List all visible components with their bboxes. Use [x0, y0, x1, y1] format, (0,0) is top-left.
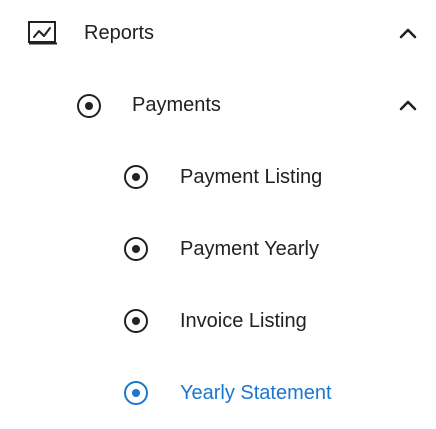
- nav-item-label: Payment Listing: [180, 166, 323, 188]
- nav-item-payments[interactable]: Payments: [0, 69, 436, 141]
- radio-dot-icon: [124, 381, 148, 405]
- nav-item-yearly-statement[interactable]: Yearly Statement: [0, 357, 436, 429]
- nav-item-reports[interactable]: Reports: [0, 0, 436, 69]
- nav-item-label: Yearly Statement: [180, 382, 332, 404]
- report-chart-icon: [28, 21, 57, 45]
- nav-item-payment-listing[interactable]: Payment Listing: [0, 141, 436, 213]
- nav-item-payment-yearly[interactable]: Payment Yearly: [0, 213, 436, 285]
- radio-dot-icon: [124, 309, 148, 333]
- radio-dot-icon: [124, 165, 148, 189]
- radio-dot-icon: [77, 94, 101, 118]
- chevron-up-icon[interactable]: [398, 23, 418, 43]
- chevron-up-icon[interactable]: [398, 95, 418, 115]
- sidebar-nav: Reports Payments Payment Listing Payment…: [0, 0, 436, 421]
- nav-item-label: Payments: [132, 94, 221, 116]
- nav-item-invoice-listing[interactable]: Invoice Listing: [0, 285, 436, 357]
- nav-item-label: Payment Yearly: [180, 238, 319, 260]
- nav-item-label: Reports: [84, 22, 155, 44]
- nav-item-label: Invoice Listing: [180, 310, 307, 332]
- radio-dot-icon: [124, 237, 148, 261]
